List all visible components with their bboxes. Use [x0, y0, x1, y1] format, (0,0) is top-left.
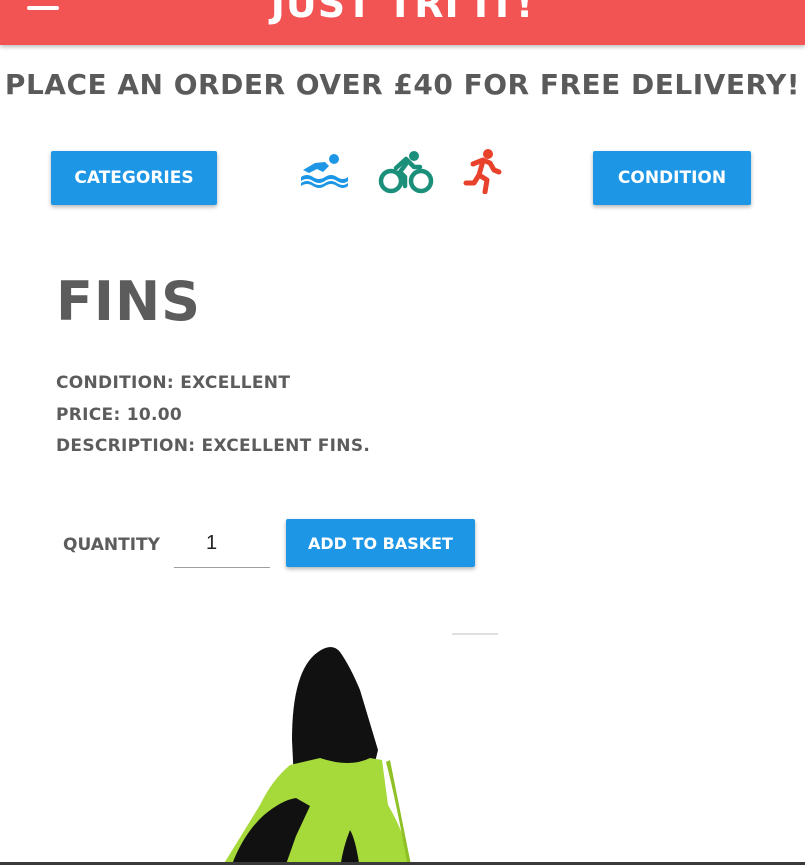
page: Just Tri It! Place an order over £40 for…	[0, 0, 805, 865]
swim-icon[interactable]	[299, 150, 349, 190]
fins-image	[223, 647, 412, 865]
add-to-basket-button[interactable]: Add to basket	[286, 519, 475, 567]
bike-icon[interactable]	[378, 150, 434, 194]
condition-button[interactable]: Condition	[593, 151, 751, 205]
promo-banner: Place an order over £40 for free deliver…	[4, 68, 801, 101]
run-icon[interactable]	[463, 148, 503, 194]
product-price: Price: 10.00	[56, 405, 183, 425]
product-description: Description: Excellent fins.	[56, 436, 371, 456]
site-brand[interactable]: Just Tri It!	[0, 0, 805, 26]
quantity-input[interactable]	[174, 520, 270, 568]
top-navbar: Just Tri It!	[0, 0, 805, 45]
product-condition: Condition: Excellent	[56, 373, 291, 393]
quantity-label: Quantity	[63, 535, 160, 555]
categories-button[interactable]: Categories	[51, 151, 217, 205]
product-title: Fins	[56, 270, 202, 333]
